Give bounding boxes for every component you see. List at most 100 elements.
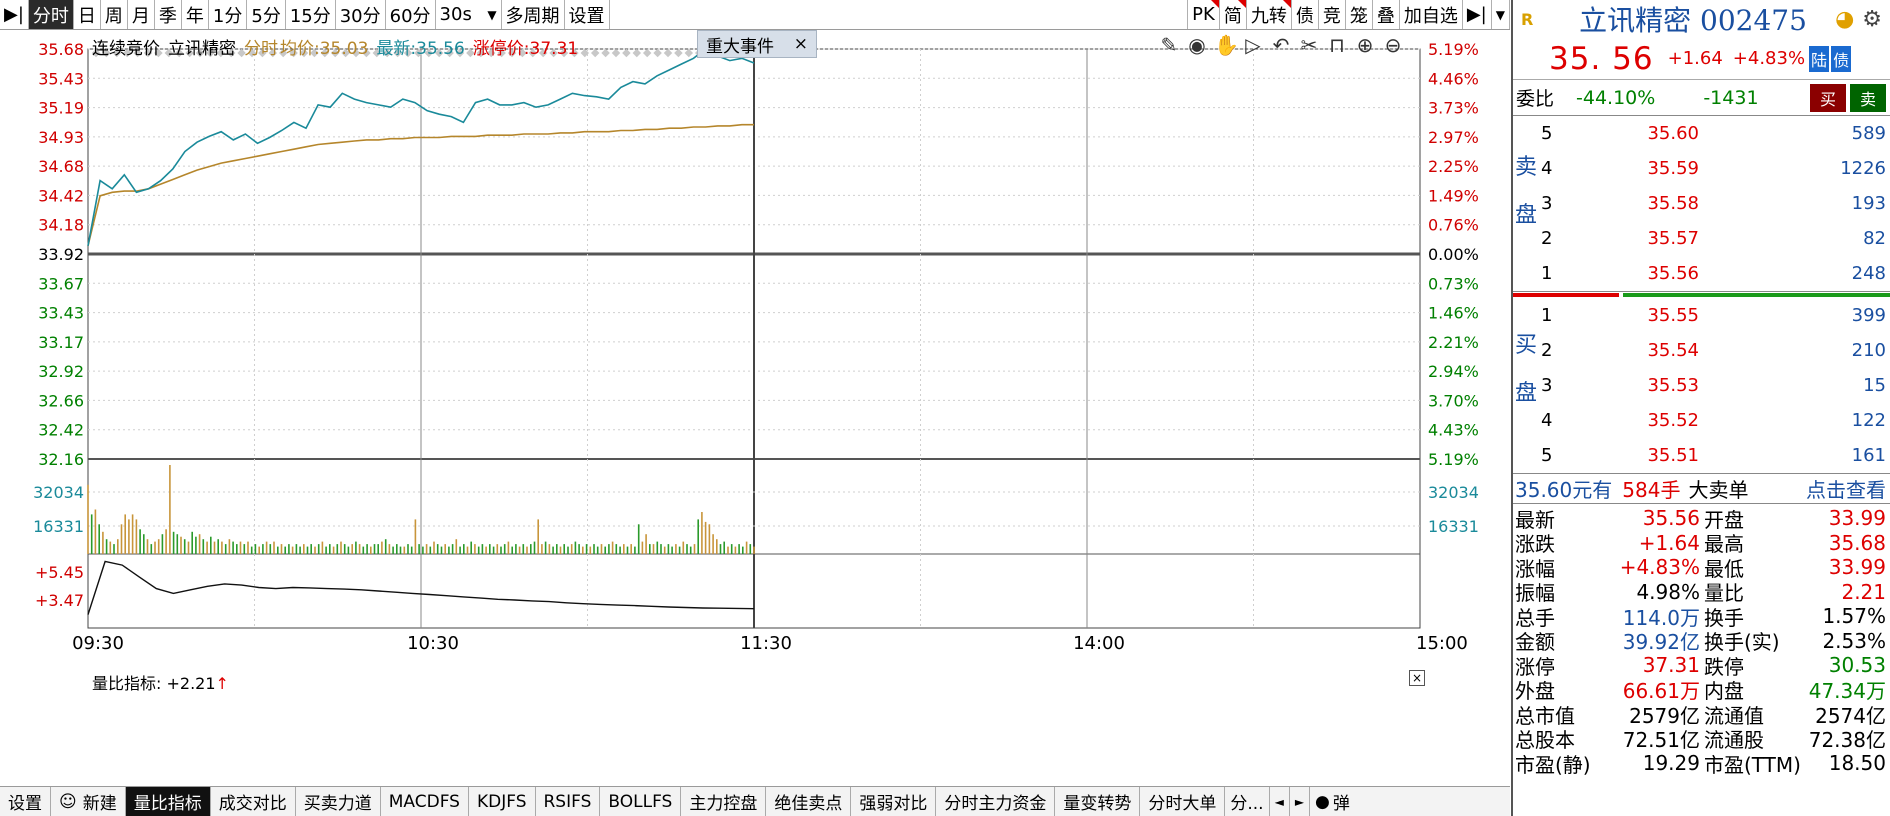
intraday-chart[interactable]: 35.68 5.19% 35.43 4.46% 35.19 3.73% 34.93 2.97%… xyxy=(0,30,1510,785)
pct-axis-label: 2.94% xyxy=(1428,362,1479,381)
buy-button[interactable]: 买 xyxy=(1809,83,1846,112)
pct-axis-label: 0.76% xyxy=(1428,216,1479,235)
buy-row[interactable]: 1 35.55 399 xyxy=(1513,298,1890,333)
tab-multi-period[interactable]: 多周期 xyxy=(502,0,565,29)
buy-qty: 210 xyxy=(1851,340,1886,361)
pk-button[interactable]: PK xyxy=(1187,0,1220,29)
tab-main-control[interactable]: 主力控盘 xyxy=(681,787,767,816)
auction-button[interactable]: 竞 xyxy=(1319,0,1346,29)
buy-row[interactable]: 3 35.53 15 xyxy=(1513,368,1890,403)
price-axis-label: 34.93 xyxy=(38,128,84,147)
sell-row[interactable]: 4 35.59 1226 xyxy=(1513,151,1890,186)
next-tab-icon[interactable]: ► xyxy=(1290,787,1311,816)
stat-value: 72.51亿 xyxy=(1622,728,1700,753)
bullet-label: 弹 xyxy=(1332,794,1350,814)
hand-icon[interactable]: ✋ xyxy=(1214,33,1239,57)
gear-icon[interactable]: ⚙ xyxy=(1862,7,1882,32)
sell-row[interactable]: 1 35.56 248 xyxy=(1513,256,1890,291)
tab-main-capital[interactable]: 分时主力资金 xyxy=(936,787,1056,816)
buy-row[interactable]: 2 35.54 210 xyxy=(1513,333,1890,368)
tab-15min[interactable]: 15分 xyxy=(286,0,336,29)
tab-1min[interactable]: 1分 xyxy=(209,0,248,29)
view-big-order-link[interactable]: 点击查看 xyxy=(1806,474,1886,503)
stock-name-code[interactable]: 立讯精密 002475 xyxy=(1551,0,1835,39)
close-indicator-icon[interactable]: × xyxy=(1409,670,1425,686)
tab-kdjfs[interactable]: KDJFS xyxy=(469,787,536,816)
collapse-left-icon[interactable]: ▶| xyxy=(0,0,29,29)
pie-chart-icon[interactable]: ◕ xyxy=(1835,7,1854,32)
bond-badge[interactable]: 债 xyxy=(1831,45,1852,72)
scissors-icon[interactable]: ✂ xyxy=(1298,33,1320,57)
tab-month[interactable]: 月 xyxy=(128,0,155,29)
overlay-button[interactable]: 叠 xyxy=(1373,0,1400,29)
pct-axis-label: 1.46% xyxy=(1428,304,1479,323)
stat-row: 振幅 4.98% 量比 2.21 xyxy=(1513,580,1890,606)
tab-best-sell[interactable]: 绝佳卖点 xyxy=(766,787,852,816)
sell-qty: 1226 xyxy=(1840,158,1886,179)
order-ratio-pct: -44.10% xyxy=(1576,86,1656,109)
sell-row[interactable]: 5 35.60 589 xyxy=(1513,116,1890,151)
bullet-toggle[interactable]: ● 弹 xyxy=(1310,787,1355,816)
sell-order-book: 卖盘 5 35.60 589 4 35.59 1226 3 35.58 193 2 35.57 82 1… xyxy=(1513,116,1890,292)
prev-tab-icon[interactable]: ◄ xyxy=(1270,787,1290,816)
hk-connect-badge[interactable]: 陆 xyxy=(1809,45,1830,72)
chart-tools: ✎ ◉ ✋ ▷ ↶ ✂ ⊓ ⊕ ⊖ xyxy=(1158,33,1404,57)
tab-settings[interactable]: 设置 xyxy=(565,0,610,29)
tab-30s-dropdown[interactable]: 30s ▼ xyxy=(436,0,502,29)
sell-row[interactable]: 3 35.58 193 xyxy=(1513,186,1890,221)
header-stock-name: 立讯精密 xyxy=(168,38,236,59)
tab-volume-reversal[interactable]: 量变转势 xyxy=(1055,787,1141,816)
tab-rsifs[interactable]: RSIFS xyxy=(536,787,601,816)
tab-volume-ratio[interactable]: 量比指标 xyxy=(125,787,211,816)
tab-week[interactable]: 周 xyxy=(101,0,128,29)
bond-button[interactable]: 债 xyxy=(1292,0,1319,29)
cage-button[interactable]: 笼 xyxy=(1346,0,1373,29)
tab-big-orders[interactable]: 分时大单 xyxy=(1140,787,1226,816)
sell-price: 35.59 xyxy=(1647,158,1699,179)
tab-quarter[interactable]: 季 xyxy=(155,0,182,29)
sell-row[interactable]: 2 35.57 82 xyxy=(1513,221,1890,256)
tab-bollfs[interactable]: BOLLFS xyxy=(600,787,682,816)
simple-button[interactable]: 简 xyxy=(1220,0,1247,29)
tab-trade-compare[interactable]: 成交对比 xyxy=(211,787,296,816)
tab-strength-compare[interactable]: 强弱对比 xyxy=(851,787,937,816)
tab-30min[interactable]: 30分 xyxy=(336,0,386,29)
sell-qty: 589 xyxy=(1851,123,1886,144)
tab-macdfs[interactable]: MACDFS xyxy=(381,787,469,816)
major-event-tab[interactable]: 重大事件 × xyxy=(697,30,817,58)
sell-button[interactable]: 卖 xyxy=(1849,83,1886,112)
event-marker xyxy=(663,48,673,58)
tab-new-indicator[interactable]: ☺ 新建 xyxy=(51,787,126,816)
header-mode: 分时 xyxy=(244,38,278,59)
tab-5min[interactable]: 5分 xyxy=(247,0,286,29)
tab-more[interactable]: 分... xyxy=(1225,787,1270,816)
undo-icon[interactable]: ↶ xyxy=(1270,33,1292,57)
event-marker xyxy=(674,48,683,58)
tab-day[interactable]: 日 xyxy=(74,0,101,29)
buy-row[interactable]: 4 35.52 122 xyxy=(1513,403,1890,438)
tab-buy-sell-force[interactable]: 买卖力道 xyxy=(296,787,381,816)
eye-icon[interactable]: ◉ xyxy=(1186,33,1208,57)
tab-60min[interactable]: 60分 xyxy=(386,0,436,29)
close-icon[interactable]: × xyxy=(794,34,808,54)
add-watchlist-button[interactable]: 加自选 xyxy=(1400,0,1463,29)
zoom-out-icon[interactable]: ⊖ xyxy=(1382,33,1404,57)
sell-level: 5 xyxy=(1541,123,1553,144)
buy-row[interactable]: 5 35.51 161 xyxy=(1513,438,1890,473)
more-dropdown-icon[interactable]: ▼ xyxy=(1492,0,1510,29)
pen-icon[interactable]: ✎ xyxy=(1158,33,1180,57)
order-ratio-label: 委比 xyxy=(1516,88,1555,110)
tab-fenshi[interactable]: 分时 xyxy=(28,0,74,29)
pct-axis-label: 5.19% xyxy=(1428,450,1479,469)
stat-value: +4.83% xyxy=(1619,555,1700,580)
lock-icon[interactable]: ⊓ xyxy=(1326,33,1348,57)
play-icon[interactable]: ▷ xyxy=(1242,33,1264,57)
collapse-right-icon[interactable]: ▶| xyxy=(1463,0,1492,29)
tab-year[interactable]: 年 xyxy=(182,0,209,29)
bullet-dot-icon: ● xyxy=(1315,791,1330,812)
zoom-in-icon[interactable]: ⊕ xyxy=(1354,33,1376,57)
tab-indicator-settings[interactable]: 设置 xyxy=(0,787,51,816)
sell-price: 35.56 xyxy=(1647,263,1699,284)
buy-side-label: 买盘 xyxy=(1515,333,1538,406)
jiuzhuan-button[interactable]: 九转 xyxy=(1247,0,1292,29)
